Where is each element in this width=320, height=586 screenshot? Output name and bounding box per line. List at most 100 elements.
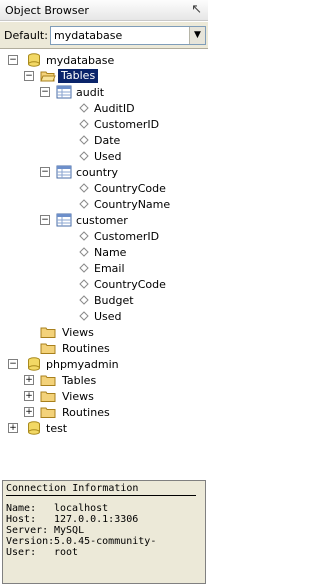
connection-key: Version: <box>6 536 55 547</box>
collapse-icon[interactable]: − <box>40 167 50 177</box>
tree-node-column[interactable]: Email <box>78 260 198 276</box>
database-icon <box>28 357 40 371</box>
column-icon <box>79 231 89 241</box>
tree-label: CountryCode <box>94 278 166 291</box>
tree-node-customer[interactable]: − customer <box>40 212 200 228</box>
tree-node-views[interactable]: Views <box>40 324 200 340</box>
expand-icon[interactable]: + <box>24 375 34 385</box>
connection-key: User: <box>6 547 37 558</box>
collapse-icon[interactable]: − <box>24 71 34 81</box>
tree-label: CustomerID <box>94 230 160 243</box>
connection-row: Name: localhost <box>6 503 108 514</box>
expand-icon[interactable]: + <box>24 407 34 417</box>
tree-label: Used <box>94 310 122 323</box>
window-title: Object Browser <box>5 4 89 17</box>
default-label: Default: <box>4 29 48 42</box>
tree-node-column[interactable]: CustomerID <box>78 228 198 244</box>
tree-label: mydatabase <box>46 54 115 67</box>
expand-icon[interactable]: + <box>24 391 34 401</box>
connection-row: User: root <box>6 547 78 558</box>
tree-node-routines[interactable]: Routines <box>40 340 200 356</box>
tree-label: test <box>46 422 68 435</box>
default-database-row: Default: mydatabase ▼ <box>0 22 208 49</box>
database-icon <box>28 421 40 435</box>
connection-value: localhost <box>54 503 109 514</box>
column-icon <box>79 263 89 273</box>
divider <box>6 495 196 496</box>
tree-node-column[interactable]: Date <box>78 132 198 148</box>
tree-label: audit <box>76 86 105 99</box>
table-icon <box>56 85 72 99</box>
tree-node-column[interactable]: CountryCode <box>78 276 198 292</box>
tree-node-phpmyadmin[interactable]: − phpmyadmin <box>8 356 198 372</box>
tree-label: Views <box>62 390 94 403</box>
tree-label: country <box>76 166 119 179</box>
tree-node-column[interactable]: Name <box>78 244 198 260</box>
collapse-icon[interactable]: − <box>40 215 50 225</box>
tree-node-column[interactable]: CountryCode <box>78 180 198 196</box>
tree-node-column[interactable]: CustomerID <box>78 116 198 132</box>
table-icon <box>56 165 72 179</box>
column-icon <box>79 119 89 129</box>
column-icon <box>79 279 89 289</box>
tree-node-column[interactable]: AuditID <box>78 100 198 116</box>
tree-label: Budget <box>94 294 134 307</box>
tree-label: Tables <box>58 69 99 83</box>
tree-label: Name <box>94 246 127 259</box>
column-icon <box>79 183 89 193</box>
table-icon <box>56 213 72 227</box>
tree-node-tables[interactable]: − Tables <box>24 68 208 84</box>
collapse-icon[interactable]: − <box>40 87 50 97</box>
connection-info-panel: Connection Information Name: localhost Ho… <box>2 480 206 584</box>
folder-icon <box>40 407 56 418</box>
column-icon <box>79 295 89 305</box>
tree-label: Routines <box>62 342 110 355</box>
tree-label: Email <box>94 262 125 275</box>
collapse-icon[interactable]: − <box>8 55 18 65</box>
folder-icon <box>40 343 56 354</box>
connection-key: Host: <box>6 514 37 525</box>
tree-label: CustomerID <box>94 118 160 131</box>
folder-icon <box>40 391 56 402</box>
tree-label: AuditID <box>94 102 135 115</box>
connection-key: Name: <box>6 503 37 514</box>
column-icon <box>79 151 89 161</box>
tree-node-column[interactable]: Used <box>78 148 198 164</box>
tree-node-country[interactable]: − country <box>40 164 200 180</box>
column-icon <box>79 199 89 209</box>
tree-node-pma-views[interactable]: + Views <box>24 388 204 404</box>
tree-label: CountryCode <box>94 182 166 195</box>
column-icon <box>79 135 89 145</box>
tree-label: Views <box>62 326 94 339</box>
cursor-icon: ↖ <box>191 2 202 17</box>
tree-node-column[interactable]: CountryName <box>78 196 198 212</box>
tree-node-test[interactable]: + test <box>8 420 198 436</box>
database-icon <box>28 53 40 67</box>
folder-icon <box>40 327 56 338</box>
connection-info-heading: Connection Information <box>6 483 139 494</box>
tree-node-audit[interactable]: − audit <box>40 84 200 100</box>
title-bar: Object Browser ↖ <box>0 0 208 21</box>
connection-row: Version:5.0.45-community- <box>6 536 156 547</box>
tree-label: Routines <box>62 406 110 419</box>
tree-label: Tables <box>62 374 97 387</box>
tree-label: customer <box>76 214 128 227</box>
tree-node-mydatabase[interactable]: − mydatabase <box>8 52 198 68</box>
folder-open-icon <box>40 71 56 82</box>
expand-icon[interactable]: + <box>8 423 18 433</box>
connection-value: 127.0.0.1:3306 <box>54 514 139 525</box>
object-tree: − mydatabase − Tables − audit AuditID Cu… <box>0 52 208 450</box>
tree-label: phpmyadmin <box>46 358 119 371</box>
collapse-icon[interactable]: − <box>8 359 18 369</box>
connection-value: 5.0.45-community- <box>54 536 157 547</box>
default-database-select[interactable]: mydatabase ▼ <box>50 26 206 45</box>
column-icon <box>79 103 89 113</box>
connection-row: Server: MySQL <box>6 525 84 536</box>
tree-node-pma-routines[interactable]: + Routines <box>24 404 204 420</box>
tree-node-pma-tables[interactable]: + Tables <box>24 372 204 388</box>
tree-node-column[interactable]: Budget <box>78 292 198 308</box>
dropdown-arrow-icon[interactable]: ▼ <box>189 27 205 44</box>
tree-node-column[interactable]: Used <box>78 308 198 324</box>
default-database-value: mydatabase <box>54 29 123 42</box>
tree-label: CountryName <box>94 198 171 211</box>
